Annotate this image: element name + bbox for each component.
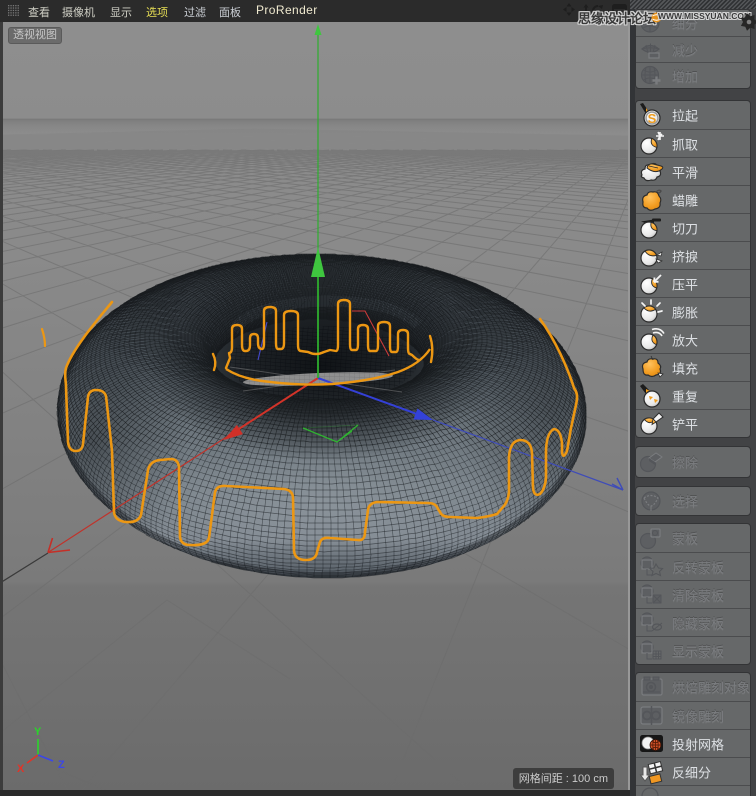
svg-text:S: S bbox=[648, 111, 657, 126]
svg-text:Z: Z bbox=[58, 759, 65, 771]
svg-text:Y: Y bbox=[34, 726, 42, 738]
svg-text:X: X bbox=[17, 763, 25, 775]
